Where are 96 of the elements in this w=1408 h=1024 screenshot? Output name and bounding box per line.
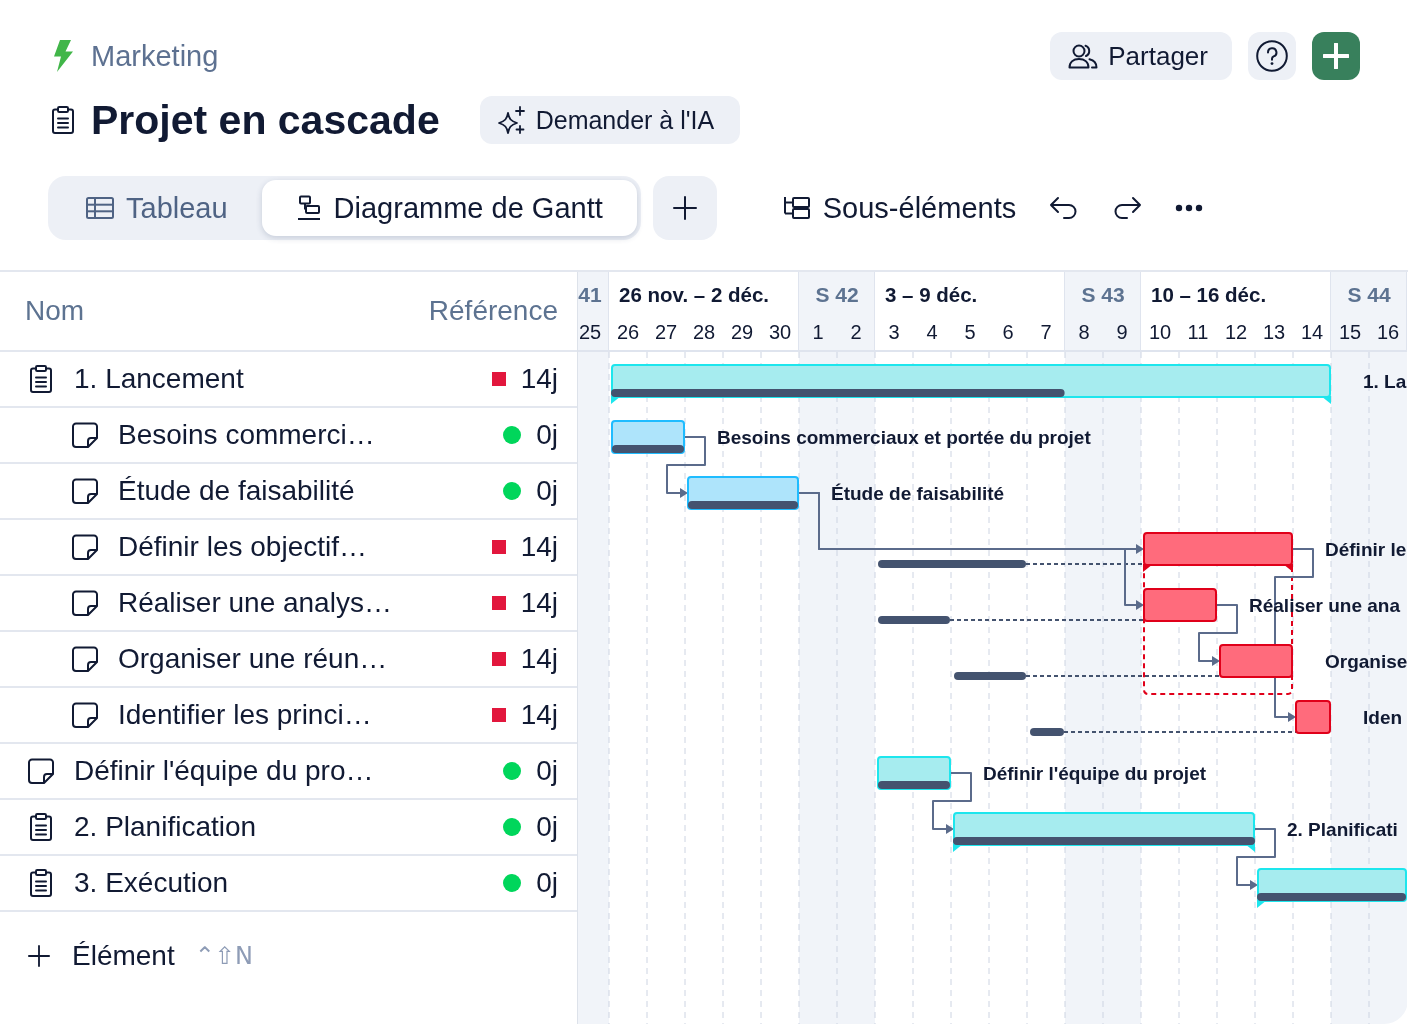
shortcut-hint: ⌃⇧N xyxy=(194,942,253,970)
plus-icon xyxy=(1323,43,1349,69)
task-label: 1. La xyxy=(1363,370,1407,392)
reference-value: 14j xyxy=(520,531,558,563)
subitems-button[interactable]: Sous-éléments xyxy=(782,191,1017,225)
reference-value: 0j xyxy=(536,419,558,451)
week-label: 26 nov. – 2 déc. xyxy=(619,283,770,307)
add-view-button[interactable] xyxy=(652,176,717,240)
workspace-name[interactable]: Marketing xyxy=(91,39,219,73)
day-label: 10 xyxy=(1147,320,1173,345)
redo-button[interactable] xyxy=(1112,196,1143,220)
ask-ai-button[interactable]: Demander à l'IA xyxy=(479,96,741,144)
task-label: 2. Planificati xyxy=(1287,818,1398,840)
add-item-button[interactable]: Élément xyxy=(28,940,175,972)
clipboard-icon xyxy=(30,365,52,393)
help-button[interactable] xyxy=(1248,32,1296,80)
view-tab[interactable]: Tableau xyxy=(52,180,262,236)
gantt-icon xyxy=(295,195,322,221)
day-label: 15 xyxy=(1337,320,1363,345)
note-icon xyxy=(72,534,98,560)
week-label: S 43 xyxy=(1081,283,1125,307)
day-label: 4 xyxy=(925,320,939,345)
day-label: 5 xyxy=(963,320,977,345)
item-name: Organiser une réun… xyxy=(118,643,389,675)
item-name: Étude de faisabilité xyxy=(118,475,356,507)
day-label: 1 xyxy=(811,320,825,345)
task-label: Définir l'équipe du projet xyxy=(983,762,1207,784)
note-icon xyxy=(72,478,98,504)
add-button[interactable] xyxy=(1312,32,1360,80)
sparkle-icon xyxy=(495,105,526,135)
week-label: 41 xyxy=(578,283,602,307)
day-label: 25 xyxy=(578,320,603,345)
week-label: 3 – 9 déc. xyxy=(885,283,978,307)
reference-value: 14j xyxy=(520,587,558,619)
item-name: Besoins commerci… xyxy=(118,419,376,451)
day-label: 28 xyxy=(691,320,717,345)
more-icon xyxy=(1175,204,1204,212)
reference-value: 0j xyxy=(536,755,558,787)
reference-value: 14j xyxy=(520,363,558,395)
note-icon xyxy=(72,702,98,728)
task-label: Besoins commerciaux et portée du projet xyxy=(717,426,1091,448)
item-name: Réaliser une analys… xyxy=(118,587,393,619)
item-name: Définir les objectif… xyxy=(118,531,368,563)
subitems-icon xyxy=(782,196,811,220)
item-name: 2. Planification xyxy=(74,811,258,843)
reference-value: 0j xyxy=(536,475,558,507)
view-tab[interactable]: Diagramme de Gantt xyxy=(261,180,637,236)
note-icon xyxy=(72,646,98,672)
project-title: Projet en cascade xyxy=(91,96,440,144)
clipboard-icon xyxy=(30,813,52,841)
note-icon xyxy=(72,422,98,448)
day-label: 26 xyxy=(615,320,641,345)
more-button[interactable] xyxy=(1175,204,1204,212)
day-label: 29 xyxy=(729,320,755,345)
day-label: 27 xyxy=(653,320,679,345)
reference-value: 14j xyxy=(520,699,558,731)
plus-icon xyxy=(28,945,50,967)
day-label: 2 xyxy=(849,320,863,345)
lightning-bolt-icon xyxy=(52,40,74,72)
item-name: 1. Lancement xyxy=(74,363,245,395)
task-label: Étude de faisabilité xyxy=(831,482,1005,504)
clipboard-icon xyxy=(52,106,74,134)
reference-value: 0j xyxy=(536,811,558,843)
share-button[interactable]: Partager xyxy=(1050,32,1232,80)
task-label: Définir le xyxy=(1325,538,1407,560)
redo-icon xyxy=(1112,196,1143,220)
item-name: Définir l'équipe du pro… xyxy=(74,755,375,787)
week-label: S 42 xyxy=(815,283,859,307)
task-label: Organise xyxy=(1325,650,1407,672)
column-header: Nom xyxy=(25,295,85,327)
clipboard-icon xyxy=(30,869,52,897)
week-label: 10 – 16 déc. xyxy=(1151,283,1267,307)
note-icon xyxy=(28,758,54,784)
task-label: Iden xyxy=(1363,706,1403,728)
week-label: S 44 xyxy=(1347,283,1391,307)
day-label: 12 xyxy=(1223,320,1249,345)
day-label: 9 xyxy=(1115,320,1129,345)
day-label: 16 xyxy=(1375,320,1401,345)
item-name: 3. Exécution xyxy=(74,867,230,899)
item-name: Identifier les princi… xyxy=(118,699,373,731)
reference-value: 14j xyxy=(520,643,558,675)
plus-icon xyxy=(672,196,697,220)
reference-value: 0j xyxy=(536,867,558,899)
day-label: 3 xyxy=(887,320,901,345)
people-icon xyxy=(1068,43,1099,69)
day-label: 13 xyxy=(1261,320,1287,345)
table-icon xyxy=(86,197,114,219)
column-header: Référence xyxy=(428,295,558,327)
day-label: 6 xyxy=(1001,320,1015,345)
day-label: 14 xyxy=(1299,320,1325,345)
day-label: 30 xyxy=(767,320,793,345)
day-label: 11 xyxy=(1186,320,1210,345)
help-icon xyxy=(1256,40,1288,72)
day-label: 8 xyxy=(1077,320,1091,345)
day-label: 7 xyxy=(1039,320,1053,345)
note-icon xyxy=(72,590,98,616)
